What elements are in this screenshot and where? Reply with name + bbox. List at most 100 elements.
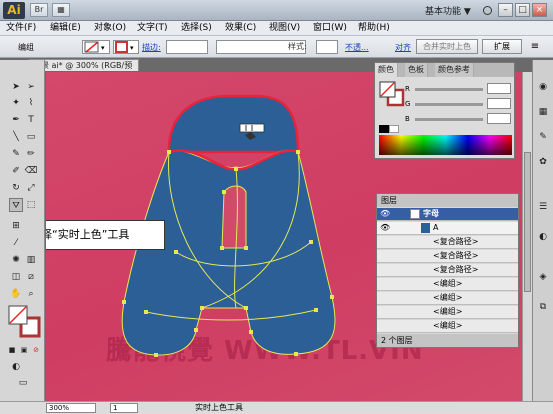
- fill-stroke-swatches[interactable]: [7, 304, 41, 338]
- menu-view[interactable]: 视图(V): [269, 22, 300, 34]
- object-name[interactable]: <编组>: [433, 306, 462, 318]
- mesh-tool-icon[interactable]: ⊞: [9, 219, 23, 233]
- layer-row-compound-3[interactable]: <复合路径>: [377, 264, 518, 277]
- tab-swatches[interactable]: 色板: [405, 63, 428, 77]
- pen-tool-icon[interactable]: ✒: [9, 113, 23, 127]
- free-transform-icon[interactable]: ⬚: [24, 198, 38, 212]
- scale-tool-icon[interactable]: ⤢: [24, 181, 38, 195]
- color-panel-icon[interactable]: ◉: [536, 80, 550, 94]
- slice-tool-icon[interactable]: ⧄: [24, 270, 38, 284]
- pencil-icon[interactable]: ✏: [24, 147, 38, 161]
- channel-b-slider[interactable]: [415, 118, 483, 121]
- align-link[interactable]: 对齐: [395, 42, 411, 53]
- rectangle-tool-icon[interactable]: ▭: [24, 130, 38, 144]
- layer-row-compound-2[interactable]: <复合路径>: [377, 250, 518, 263]
- menu-select[interactable]: 选择(S): [181, 22, 212, 34]
- vertical-scrollbar[interactable]: [522, 72, 532, 401]
- white-swatch[interactable]: [389, 125, 399, 133]
- channel-b-input[interactable]: [487, 113, 511, 124]
- expand-button[interactable]: 扩展: [482, 39, 522, 54]
- document-tab[interactable]: 背景 ai* @ 300% (RGB/预览): [29, 59, 139, 81]
- channel-r-slider[interactable]: [415, 88, 483, 91]
- eye-icon[interactable]: 👁: [380, 208, 390, 220]
- merge-live-paint-button[interactable]: 合并实时上色: [416, 39, 478, 54]
- blob-brush-icon[interactable]: ✐: [9, 164, 23, 178]
- artboard-tool-icon[interactable]: ◫: [9, 270, 23, 284]
- swatches-panel-icon[interactable]: ▦: [536, 105, 550, 119]
- symbol-sprayer-icon[interactable]: ✺: [9, 253, 23, 267]
- artboard-number[interactable]: 1: [110, 403, 138, 413]
- bridge-button[interactable]: Br: [30, 3, 48, 17]
- menu-help[interactable]: 帮助(H): [358, 22, 390, 34]
- menu-file[interactable]: 文件(F): [6, 22, 36, 34]
- eye-icon[interactable]: 👁: [380, 222, 390, 234]
- direct-selection-tool-icon[interactable]: ➢: [24, 80, 38, 94]
- object-name[interactable]: <复合路径>: [433, 250, 478, 262]
- object-name[interactable]: <编组>: [433, 320, 462, 332]
- zoom-tool-icon[interactable]: ⌕: [24, 287, 38, 301]
- stroke-swatch[interactable]: ▾: [113, 40, 139, 54]
- object-name[interactable]: A: [433, 222, 438, 234]
- layer-row-group-4[interactable]: <编组>: [377, 320, 518, 333]
- layers-panel-icon[interactable]: ⧉: [536, 300, 550, 314]
- selection-tool-icon[interactable]: ➤: [9, 80, 23, 94]
- eraser-icon[interactable]: ⌫: [24, 164, 38, 178]
- menu-edit[interactable]: 编辑(E): [50, 22, 81, 34]
- paintbrush-icon[interactable]: ✎: [9, 147, 23, 161]
- channel-g-input[interactable]: [487, 98, 511, 109]
- symbols-panel-icon[interactable]: ✿: [536, 155, 550, 169]
- stroke-panel-icon[interactable]: ☰: [536, 200, 550, 214]
- black-swatch[interactable]: [379, 125, 389, 133]
- type-tool-icon[interactable]: T: [24, 113, 38, 127]
- tab-color[interactable]: 颜色: [375, 63, 398, 77]
- maximize-button[interactable]: □: [515, 3, 530, 17]
- screen-mode-icon[interactable]: ▭: [16, 376, 30, 390]
- arrange-docs-button[interactable]: ▦: [52, 3, 70, 17]
- eyedropper-icon[interactable]: ⁄: [9, 236, 23, 250]
- tab-color-guide[interactable]: 颜色参考: [435, 63, 474, 77]
- workspace-switcher[interactable]: 基本功能 ▼: [425, 4, 471, 17]
- zoom-field[interactable]: 300%: [46, 403, 96, 413]
- object-name[interactable]: <编组>: [433, 278, 462, 290]
- scrollbar-thumb[interactable]: [524, 152, 531, 292]
- lasso-icon[interactable]: ⌇: [24, 96, 38, 110]
- layer-row-a[interactable]: 👁 A: [377, 222, 518, 235]
- channel-r-input[interactable]: [487, 83, 511, 94]
- control-menu-icon[interactable]: ≡: [528, 40, 542, 54]
- layer-row-compound-1[interactable]: <复合路径>: [377, 236, 518, 249]
- menu-window[interactable]: 窗口(W): [313, 22, 347, 34]
- close-button[interactable]: ×: [532, 3, 547, 17]
- channel-g-slider[interactable]: [415, 103, 483, 106]
- line-tool-icon[interactable]: ╲: [9, 130, 23, 144]
- object-name[interactable]: <编组>: [433, 292, 462, 304]
- menu-type[interactable]: 文字(T): [137, 22, 168, 34]
- menu-object[interactable]: 对象(O): [94, 22, 126, 34]
- column-graph-icon[interactable]: ▥: [24, 253, 38, 267]
- menu-effect[interactable]: 效果(C): [225, 22, 256, 34]
- layer-row-group-3[interactable]: <编组>: [377, 306, 518, 319]
- none-mode-icon[interactable]: ⊘: [29, 343, 43, 357]
- layer-name[interactable]: 字母: [423, 208, 439, 220]
- stroke-label[interactable]: 描边:: [142, 42, 161, 53]
- minimize-button[interactable]: –: [498, 3, 513, 17]
- color-spectrum[interactable]: [379, 135, 512, 155]
- draw-mode-icon[interactable]: ◐: [9, 360, 23, 374]
- letter-body-region[interactable]: [121, 149, 336, 356]
- layer-row-group-2[interactable]: <编组>: [377, 292, 518, 305]
- live-paint-bucket-icon[interactable]: ⛛: [9, 198, 23, 212]
- gradient-panel-icon[interactable]: ◐: [536, 230, 550, 244]
- search-icon[interactable]: [483, 6, 492, 15]
- magic-wand-icon[interactable]: ✦: [9, 96, 23, 110]
- appearance-panel-icon[interactable]: ◈: [536, 270, 550, 284]
- brushes-panel-icon[interactable]: ✎: [536, 130, 550, 144]
- style-select[interactable]: [316, 40, 338, 54]
- opacity-link[interactable]: 不透...: [345, 42, 369, 53]
- stroke-weight-input[interactable]: [166, 40, 208, 54]
- object-name[interactable]: <复合路径>: [433, 264, 478, 276]
- layer-row-group-1[interactable]: <编组>: [377, 278, 518, 291]
- hand-tool-icon[interactable]: ✋: [9, 287, 23, 301]
- fill-swatch[interactable]: ▾: [82, 40, 110, 54]
- object-name[interactable]: <复合路径>: [433, 236, 478, 248]
- letter-top-region[interactable]: [167, 94, 300, 154]
- color-fill-stroke-icon[interactable]: [379, 81, 405, 107]
